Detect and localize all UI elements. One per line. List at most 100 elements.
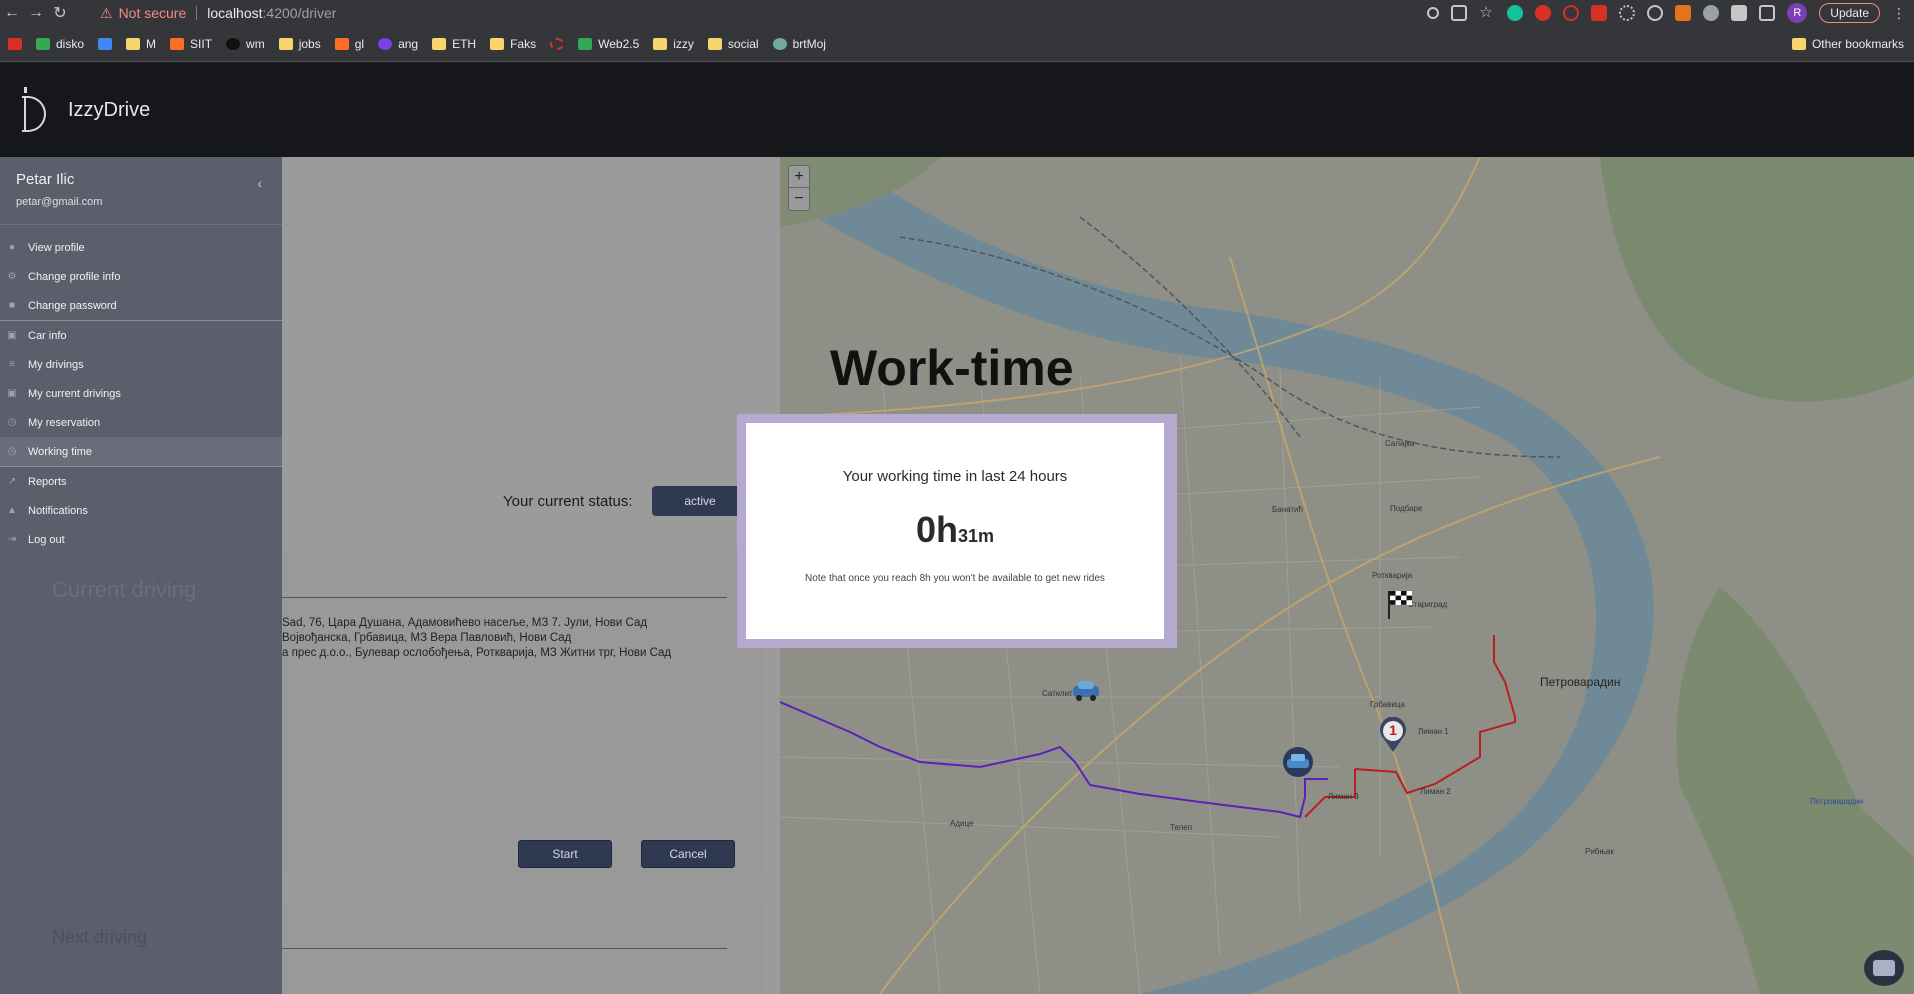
izzydrive-logo[interactable]: [22, 87, 48, 133]
bookmark-circle[interactable]: [550, 37, 565, 50]
sidepanel-icon[interactable]: [1759, 5, 1776, 21]
start-button[interactable]: Start: [518, 840, 612, 868]
car-icon: ▣: [7, 388, 17, 399]
map-label: Подбаре: [1390, 504, 1423, 513]
bookmark-izzy[interactable]: izzy: [653, 37, 694, 51]
openai-icon: [772, 37, 787, 50]
folder-icon: [432, 37, 447, 50]
chevron-left-icon[interactable]: ‹: [257, 175, 262, 191]
bookmark-label: ang: [398, 36, 419, 51]
extension-face-icon[interactable]: [1703, 5, 1720, 21]
bookmark-faks[interactable]: Faks: [490, 37, 536, 51]
working-time-value: 0h31m: [746, 509, 1164, 551]
extension-play-icon[interactable]: [1563, 5, 1580, 21]
map-label: Лиман 3: [1328, 792, 1359, 801]
waypoint-number: 1: [1389, 722, 1397, 738]
map-label: Лиман 2: [1420, 787, 1451, 796]
clock-icon: ◷: [7, 446, 17, 457]
folder-icon: [278, 37, 293, 50]
metamask-icon[interactable]: [1675, 5, 1692, 21]
extension-circle-icon[interactable]: [1647, 5, 1664, 21]
chat-button[interactable]: [1864, 950, 1904, 986]
sidebar-item-my-drivings[interactable]: ≡ My drivings: [0, 350, 282, 379]
share-icon[interactable]: [1451, 5, 1468, 21]
bookmark-label: gl: [354, 36, 365, 51]
puzzle-icon[interactable]: [1731, 5, 1748, 21]
extension-red-icon[interactable]: [1535, 5, 1552, 21]
map-label: Телеп: [1170, 823, 1193, 832]
sidebar-item-notifications[interactable]: ▲ Notifications: [0, 496, 282, 525]
bookmark-m[interactable]: M: [126, 37, 156, 51]
bookmark-translate[interactable]: [98, 37, 113, 50]
bookmark-brtmoj[interactable]: brtMoj: [772, 36, 826, 51]
bookmark-other[interactable]: Other bookmarks: [1791, 36, 1904, 51]
dialog-note: Note that once you reach 8h you won't be…: [805, 573, 1105, 584]
bookmark-ang[interactable]: ang: [378, 37, 418, 51]
url-path: :4200/driver: [262, 5, 337, 21]
sidebar-item-change-password[interactable]: ■ Change password: [0, 291, 282, 320]
profile-avatar[interactable]: R: [1787, 3, 1808, 23]
zoom-icon[interactable]: [1427, 7, 1440, 19]
sidebar-item-label: View profile: [28, 241, 85, 254]
finish-flag-icon[interactable]: [1383, 587, 1417, 621]
folder-icon: [1791, 37, 1806, 50]
bookmark-label: brtMoj: [792, 36, 826, 51]
minutes-value: 31m: [957, 526, 995, 546]
bookmark-social[interactable]: social: [707, 37, 759, 51]
update-button[interactable]: Update: [1819, 3, 1880, 23]
driver-car-marker[interactable]: [1282, 746, 1314, 778]
working-time-dialog: Your working time in last 24 hours 0h31m…: [746, 423, 1164, 639]
bookmark-disko[interactable]: disko: [36, 37, 84, 51]
logout-icon: ⇥: [7, 534, 17, 545]
sidebar-item-label: Working time: [28, 445, 92, 458]
reload-icon[interactable]: ↻: [48, 0, 72, 26]
star-icon[interactable]: ☆: [1479, 5, 1495, 21]
sidebar-item-label: Car info: [28, 329, 67, 342]
bookmark-eth[interactable]: ETH: [432, 37, 476, 51]
sidebar-item-change-profile-info[interactable]: ⚙ Change profile info: [0, 262, 282, 291]
status-label: Your current status:: [503, 493, 633, 510]
bookmark-wm[interactable]: wm: [226, 37, 265, 51]
circle-icon: [550, 37, 565, 50]
extension-gear-icon[interactable]: [1619, 5, 1636, 21]
address-bar[interactable]: ⚠ Not secure localhost:4200/driver: [100, 0, 336, 26]
sidebar-item-reports[interactable]: ↗ Reports: [0, 467, 282, 496]
sidebar-item-label: Change profile info: [28, 270, 121, 283]
sidebar-item-view-profile[interactable]: ● View profile: [0, 233, 282, 262]
bookmark-youtube[interactable]: [8, 37, 22, 50]
warning-icon: ⚠: [100, 4, 113, 21]
bookmark-label: Other bookmarks: [1811, 36, 1904, 51]
drive-icon: [578, 37, 593, 50]
dialog-heading: Your working time in last 24 hours: [842, 468, 1068, 485]
zoom-in-button[interactable]: +: [789, 166, 809, 188]
sidebar-item-log-out[interactable]: ⇥ Log out: [0, 525, 282, 554]
bookmark-gl[interactable]: gl: [334, 36, 365, 51]
youtube-icon[interactable]: [1591, 5, 1608, 21]
cancel-button[interactable]: Cancel: [641, 840, 735, 868]
bookmark-jobs[interactable]: jobs: [278, 36, 321, 51]
sidebar-item-my-reservation[interactable]: ◷ My reservation: [0, 408, 282, 437]
sidebar-item-car-info[interactable]: ▣ Car info: [0, 321, 282, 350]
brand-name[interactable]: IzzyDrive: [68, 99, 150, 122]
folder-icon: [707, 37, 722, 50]
sidebar-item-working-time[interactable]: ◷ Working time: [0, 437, 282, 466]
folder-icon: [490, 37, 505, 50]
grammarly-icon[interactable]: [1507, 5, 1524, 21]
sidebar-item-my-current-drivings[interactable]: ▣ My current drivings: [0, 379, 282, 408]
bookmark-siit[interactable]: SIIT: [170, 37, 212, 51]
zoom-out-button[interactable]: −: [789, 188, 809, 210]
menu-icon[interactable]: ⋮: [1892, 5, 1906, 22]
bookmark-label: jobs: [298, 36, 321, 51]
waypoint-marker[interactable]: 1: [1378, 717, 1408, 753]
forward-icon[interactable]: →: [24, 0, 48, 26]
folder-icon: [126, 37, 141, 50]
person-icon: ●: [8, 242, 16, 253]
car-marker[interactable]: [1071, 678, 1101, 702]
back-icon[interactable]: ←: [0, 0, 24, 26]
bookmark-web25[interactable]: Web2.5: [578, 37, 639, 51]
bookmark-label: wm: [246, 36, 265, 51]
status-button[interactable]: active: [652, 486, 748, 516]
map-label: Рибњак: [1585, 847, 1614, 856]
folder-icon: [653, 37, 668, 50]
url-text[interactable]: localhost:4200/driver: [207, 5, 336, 21]
